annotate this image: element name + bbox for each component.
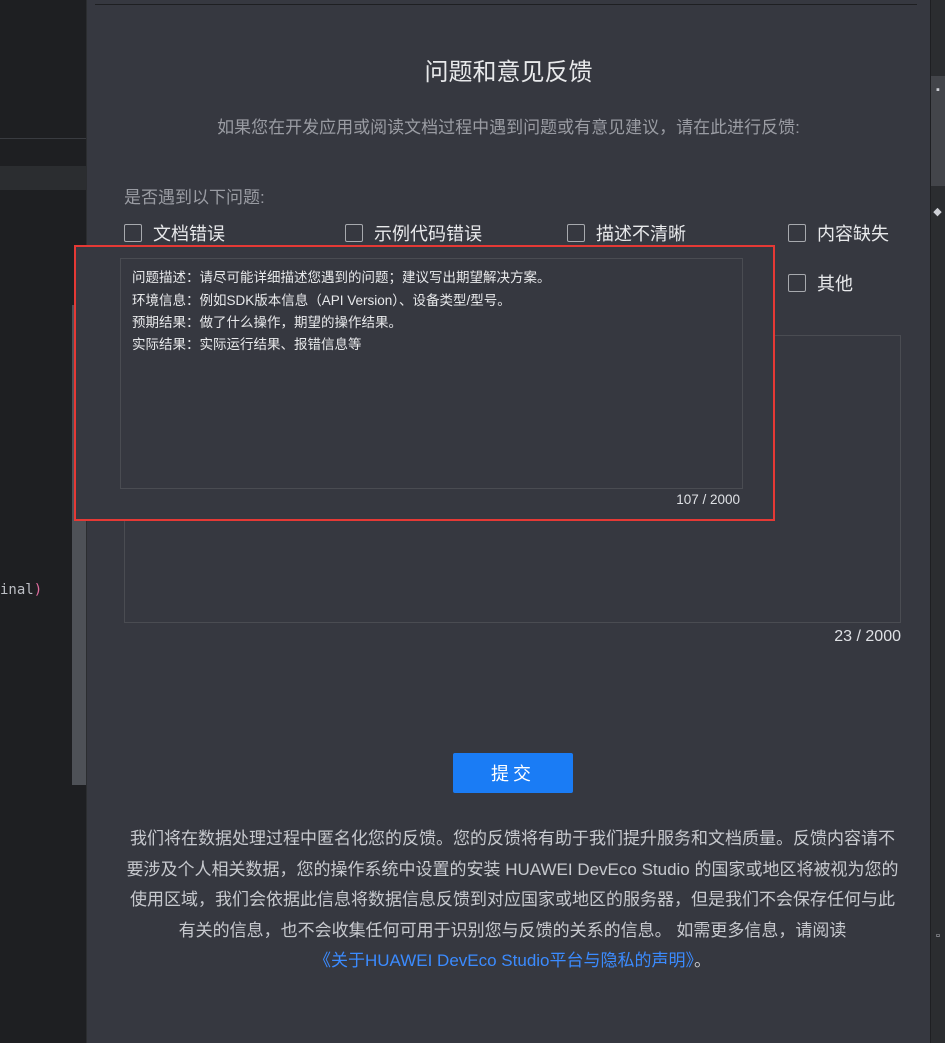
right-tool-window-bar: ▪ ◆ ▫ (930, 0, 945, 1043)
checkbox[interactable] (788, 224, 806, 242)
privacy-statement-link[interactable]: 《关于HUAWEI DevEco Studio平台与隐私的声明》 (314, 951, 694, 970)
placeholder-line-actual: 实际结果：实际运行结果、报错信息等 (132, 337, 362, 352)
tool-window-icon: ◆ (931, 205, 943, 218)
option-other[interactable]: 其他 (788, 270, 853, 296)
issue-description-textarea[interactable]: 问题描述：请尽可能详细描述您遇到的问题；建议写出期望解决方案。 环境信息：例如S… (120, 258, 743, 489)
checkbox[interactable] (345, 224, 363, 242)
option-doc-error[interactable]: 文档错误 (124, 220, 225, 246)
code-editor-strip: inal) (0, 0, 86, 1043)
issue-question-label: 是否遇到以下问题: (124, 188, 265, 207)
code-fragment: inal) (0, 582, 43, 598)
highlighted-description-popup: 问题描述：请尽可能详细描述您遇到的问题；建议写出期望解决方案。 环境信息：例如S… (74, 245, 775, 521)
device-icon: ▫ (932, 930, 944, 942)
checkbox[interactable] (788, 274, 806, 292)
placeholder-line-expected: 预期结果：做了什么操作，期望的操作结果。 (132, 315, 402, 330)
checkbox[interactable] (124, 224, 142, 242)
option-unclear-description[interactable]: 描述不清晰 (567, 220, 686, 246)
feedback-panel: 问题和意见反馈 如果您在开发应用或阅读文档过程中遇到问题或有意见建议，请在此进行… (87, 0, 930, 1043)
editor-current-line (0, 166, 86, 190)
placeholder-line-description: 问题描述：请尽可能详细描述您遇到的问题；建议写出期望解决方案。 (132, 270, 551, 285)
option-missing-content[interactable]: 内容缺失 (788, 220, 889, 246)
feedback-subtitle: 如果您在开发应用或阅读文档过程中遇到问题或有意见建议，请在此进行反馈: (217, 118, 800, 137)
placeholder-line-environment: 环境信息：例如SDK版本信息（API Version）、设备类型/型号。 (132, 293, 511, 308)
submit-button[interactable]: 提交 (453, 753, 573, 793)
description-char-count: 107 / 2000 (676, 492, 740, 507)
checkbox[interactable] (567, 224, 585, 242)
option-sample-code-error[interactable]: 示例代码错误 (345, 220, 482, 246)
feedback-char-count: 23 / 2000 (834, 628, 901, 645)
feedback-title: 问题和意见反馈 (424, 59, 593, 86)
panel-top-divider (95, 4, 917, 5)
privacy-notice: 我们将在数据处理过程中匿名化您的反馈。您的反馈将有助于我们提升服务和文档质量。反… (126, 829, 899, 970)
feedback-icon: ▪ (932, 84, 944, 96)
editor-separator (0, 138, 86, 139)
